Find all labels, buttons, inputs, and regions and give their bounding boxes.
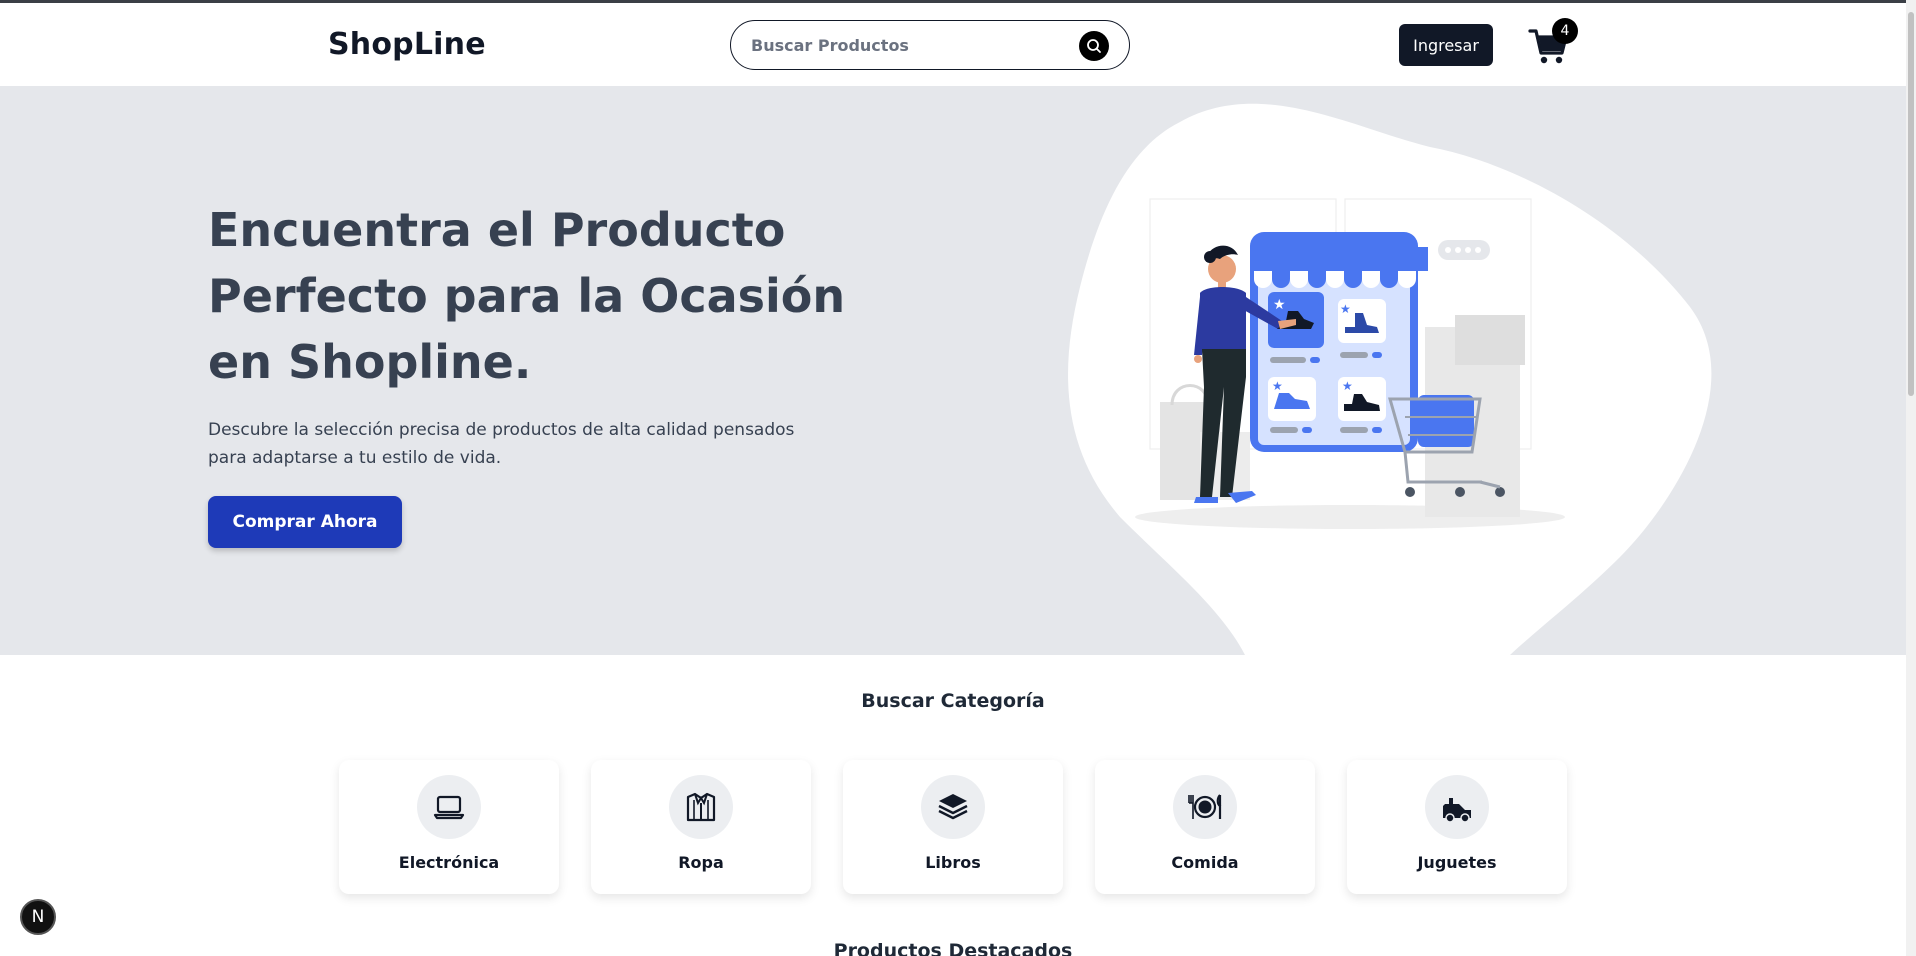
category-icon-wrap bbox=[921, 775, 985, 839]
category-card-electronica[interactable]: Electrónica bbox=[339, 760, 559, 894]
book-stack-icon bbox=[938, 794, 968, 820]
category-label: Comida bbox=[1171, 853, 1239, 872]
category-label: Juguetes bbox=[1417, 853, 1497, 872]
site-logo[interactable]: ShopLine bbox=[328, 27, 486, 62]
scrollbar-thumb[interactable] bbox=[1908, 12, 1914, 396]
shopping-illustration: ★ ★ ★ ★ bbox=[1068, 103, 1712, 655]
svg-text:★: ★ bbox=[1273, 297, 1286, 313]
category-label: Libros bbox=[925, 853, 981, 872]
category-card-juguetes[interactable]: Juguetes bbox=[1347, 760, 1567, 894]
toy-car-icon bbox=[1443, 798, 1471, 823]
category-label: Electrónica bbox=[398, 853, 500, 872]
plate-cutlery-icon bbox=[1188, 794, 1222, 819]
cart-count-badge: 4 bbox=[1552, 18, 1578, 44]
hero-section: Encuentra el Producto Perfecto para la O… bbox=[0, 87, 1906, 655]
category-icon-wrap bbox=[1173, 775, 1237, 839]
laptop-icon bbox=[433, 795, 465, 820]
category-card-comida[interactable]: Comida bbox=[1095, 760, 1315, 894]
category-card-ropa[interactable]: Ropa bbox=[591, 760, 811, 894]
category-icon-wrap bbox=[669, 775, 733, 839]
shop-now-button[interactable]: Comprar Ahora bbox=[208, 496, 402, 548]
search-button[interactable] bbox=[1079, 31, 1109, 61]
login-button[interactable]: Ingresar bbox=[1399, 24, 1493, 66]
svg-text:★: ★ bbox=[1342, 379, 1353, 393]
categories-title: Buscar Categoría bbox=[861, 690, 1045, 712]
category-list: Electrónica Ropa Libros Comida Juguetes bbox=[339, 760, 1567, 894]
search-bar bbox=[730, 20, 1130, 70]
category-label: Ropa bbox=[678, 853, 724, 872]
search-icon bbox=[1087, 39, 1101, 53]
category-icon-wrap bbox=[1425, 775, 1489, 839]
dev-tools-badge[interactable]: N bbox=[20, 899, 56, 935]
search-input[interactable] bbox=[751, 33, 1071, 57]
svg-text:★: ★ bbox=[1340, 302, 1351, 316]
hero-title: Encuentra el Producto Perfecto para la O… bbox=[208, 203, 846, 389]
shirt-icon bbox=[686, 792, 716, 822]
category-icon-wrap bbox=[417, 775, 481, 839]
category-card-libros[interactable]: Libros bbox=[843, 760, 1063, 894]
hero-description: Descubre la selección precisa de product… bbox=[208, 420, 795, 468]
svg-text:★: ★ bbox=[1272, 379, 1283, 393]
site-header: ShopLine Ingresar 4 bbox=[0, 3, 1906, 87]
featured-products-title: Productos Destacados bbox=[833, 940, 1073, 956]
